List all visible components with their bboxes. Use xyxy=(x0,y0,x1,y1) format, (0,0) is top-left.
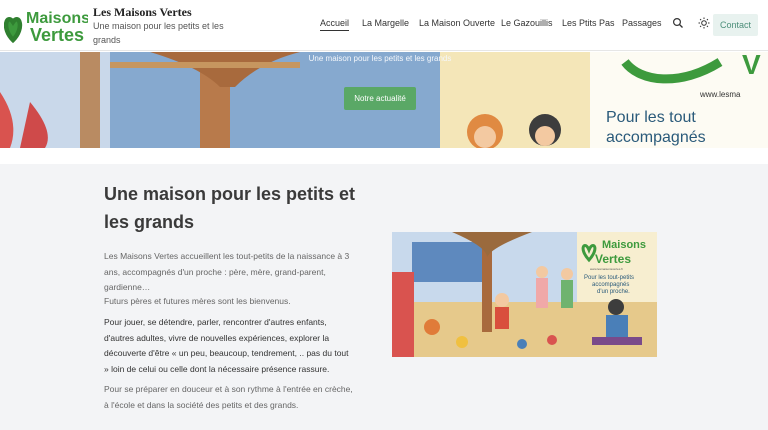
svg-text:Pour les tout-petits: Pour les tout-petits xyxy=(584,275,634,281)
activities-paragraph: Pour jouer, se détendre, parler, rencont… xyxy=(104,317,349,374)
search-icon[interactable] xyxy=(672,17,684,29)
preparation-paragraph: Pour se préparer en douceur et à son ryt… xyxy=(104,384,353,410)
intro-paragraph: Les Maisons Vertes accueillent les tout-… xyxy=(104,251,350,292)
hero-banner: V www.lesma Pour les tout accompagnés Un… xyxy=(0,52,768,148)
nav-item-passages[interactable]: Passages xyxy=(622,18,662,28)
nav-item-la-margelle[interactable]: La Margelle xyxy=(362,18,409,28)
nav-item-la-maison-ouverte[interactable]: La Maison Ouverte xyxy=(419,18,495,28)
site-title[interactable]: Les Maisons Vertes xyxy=(93,5,192,20)
site-tagline: Une maison pour les petits et les grands xyxy=(93,21,224,45)
svg-text:Vertes: Vertes xyxy=(595,252,631,266)
nav-item-accueil[interactable]: Accueil xyxy=(320,18,350,31)
maisons-vertes-logo[interactable]: Maisons Vertes xyxy=(4,5,88,45)
parents-paragraph: Futurs pères et futures mères sont les b… xyxy=(104,296,291,306)
svg-text:accompagnés: accompagnés xyxy=(592,282,629,288)
page-title: Une maison pour les petits et les grands xyxy=(104,184,356,232)
nav-item-les-ptits-pas[interactable]: Les Ptits Pas xyxy=(562,18,615,28)
svg-text:Maisons: Maisons xyxy=(602,239,646,251)
sun-icon[interactable] xyxy=(698,17,710,29)
svg-text:Pour les tout: Pour les tout xyxy=(606,109,696,126)
maisons-vertes-illustration: Maisons Vertes www.lesmaisonsvertes.fr P… xyxy=(392,232,657,357)
svg-text:accompagnés: accompagnés xyxy=(606,129,706,146)
news-button[interactable]: Notre actualité xyxy=(344,87,416,110)
svg-text:www.lesma: www.lesma xyxy=(699,90,741,99)
nav-item-le-gazouillis[interactable]: Le Gazouillis xyxy=(501,18,553,28)
contact-button[interactable]: Contact xyxy=(713,14,758,36)
site-header: Maisons Vertes Les Maisons Vertes Une ma… xyxy=(0,0,768,51)
hero-subtitle: Une maison pour les petits et les grands xyxy=(308,54,452,63)
svg-text:d'un proche.: d'un proche. xyxy=(597,289,630,295)
svg-text:www.lesmaisonsvertes.fr: www.lesmaisonsvertes.fr xyxy=(590,267,623,271)
svg-text:Vertes: Vertes xyxy=(30,25,84,45)
